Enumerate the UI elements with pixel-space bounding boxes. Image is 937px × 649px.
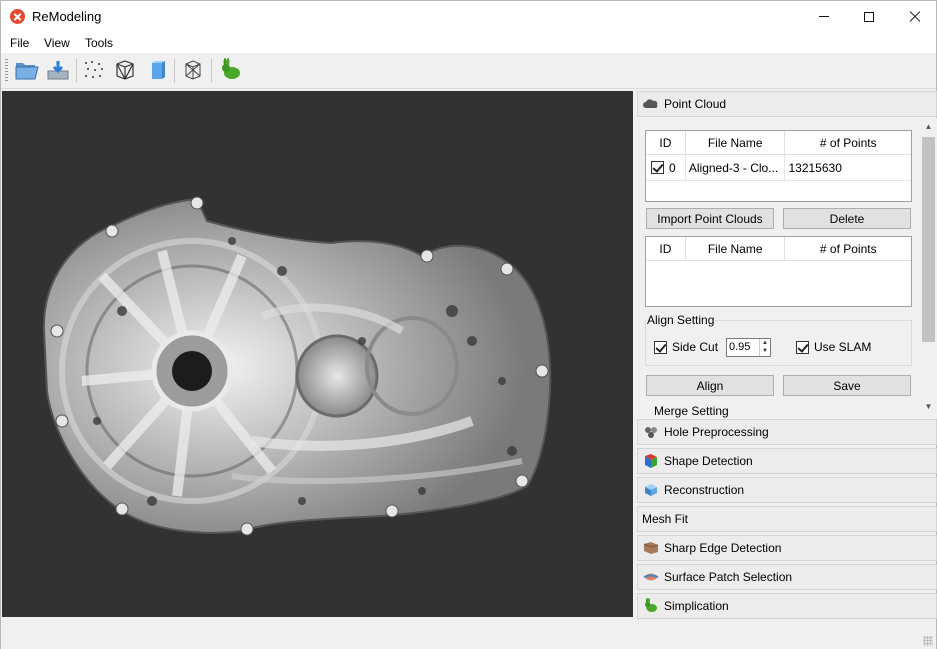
menu-bar: File View Tools <box>1 32 936 53</box>
bunny-icon <box>642 598 660 614</box>
row-checkbox[interactable] <box>651 161 664 174</box>
app-logo-icon <box>10 9 25 24</box>
cloud-icon <box>642 96 660 112</box>
section-header-mesh-fit[interactable]: Mesh Fit <box>637 506 937 532</box>
shape-icon <box>642 453 660 469</box>
table-header: ID File Name # of Points <box>646 237 911 261</box>
section-title: Shape Detection <box>664 454 753 468</box>
section-title: Simplication <box>664 599 729 613</box>
close-button[interactable] <box>892 1 937 32</box>
wireframe-button[interactable] <box>180 57 206 83</box>
section-header-reconstruction[interactable]: Reconstruction <box>637 477 937 503</box>
column-header[interactable]: File Name <box>686 237 786 260</box>
side-cut-option[interactable]: Side Cut <box>654 340 718 354</box>
section-title: Mesh Fit <box>642 512 689 526</box>
row-file-name: Aligned-3 - Clo... <box>686 155 786 180</box>
column-header[interactable]: # of Points <box>785 237 911 260</box>
toolbar <box>1 53 936 89</box>
row-point-count: 13215630 <box>788 160 842 175</box>
align-clouds-table[interactable]: ID File Name # of Points <box>645 236 912 307</box>
import-button[interactable] <box>45 57 71 83</box>
column-header[interactable]: # of Points <box>785 131 911 154</box>
app-window: ReModeling File View Tools Point Cloud I… <box>0 0 937 649</box>
mesh-button[interactable] <box>112 57 138 83</box>
scroll-up-icon[interactable]: ▲ <box>920 118 937 135</box>
column-header[interactable]: ID <box>646 131 686 154</box>
bunny-button[interactable] <box>218 57 244 83</box>
row-id-cell: 0 <box>646 155 686 180</box>
title-bar: ReModeling <box>1 1 936 32</box>
merge-setting-title: Merge Setting <box>654 404 729 418</box>
section-title: Hole Preprocessing <box>664 425 769 439</box>
side-cut-spinbox[interactable]: 0.95 ▲ ▼ <box>726 338 771 357</box>
close-icon <box>909 11 921 23</box>
scrollbar-thumb[interactable] <box>922 137 935 342</box>
section-title: Reconstruction <box>664 483 745 497</box>
loaded-clouds-table[interactable]: ID File Name # of Points 0 Aligned-3 - C… <box>645 130 912 202</box>
use-slam-checkbox[interactable] <box>796 340 809 354</box>
side-cut-value: 0.95 <box>729 341 751 353</box>
maximize-button[interactable] <box>846 1 892 32</box>
minimize-button[interactable] <box>801 1 847 32</box>
table-row[interactable]: 0 Aligned-3 - Clo... 13215630 <box>646 155 911 181</box>
section-title: Sharp Edge Detection <box>664 541 782 555</box>
wireframe-icon <box>185 60 201 80</box>
align-button[interactable]: Align <box>646 375 774 396</box>
section-header-shape-detection[interactable]: Shape Detection <box>637 448 937 474</box>
point-cloud-section: ID File Name # of Points 0 Aligned-3 - C… <box>637 118 937 419</box>
menu-view[interactable]: View <box>44 36 70 50</box>
mesh-cube-icon <box>116 60 134 80</box>
table-header: ID File Name # of Points <box>646 131 911 155</box>
spinbox-arrows[interactable]: ▲ ▼ <box>759 339 770 356</box>
3d-viewport[interactable] <box>2 91 633 617</box>
toolbar-grip[interactable] <box>5 59 8 83</box>
point-cloud-icon <box>85 61 103 78</box>
side-cut-label: Side Cut <box>672 340 719 354</box>
menu-tools[interactable]: Tools <box>85 36 113 50</box>
section-title: Surface Patch Selection <box>664 570 793 584</box>
bunny-icon <box>222 58 240 79</box>
save-button[interactable]: Save <box>783 375 911 396</box>
point-cloud-render <box>42 196 552 536</box>
column-header[interactable]: ID <box>646 237 686 260</box>
toolbar-separator <box>211 59 212 83</box>
minimize-icon <box>819 16 829 17</box>
delete-button[interactable]: Delete <box>783 208 911 229</box>
row-id: 0 <box>669 160 676 175</box>
section-header-hole-preprocessing[interactable]: Hole Preprocessing <box>637 419 937 445</box>
window-title: ReModeling <box>32 9 102 24</box>
use-slam-option[interactable]: Use SLAM <box>796 340 871 354</box>
status-bar <box>1 620 936 649</box>
import-point-clouds-button[interactable]: Import Point Clouds <box>646 208 774 229</box>
import-icon <box>47 61 69 80</box>
spin-down-icon[interactable]: ▼ <box>760 347 770 355</box>
panel-scrollbar[interactable]: ▲ ▼ <box>920 118 937 415</box>
toolbar-separator <box>174 59 175 83</box>
edge-icon <box>642 540 660 556</box>
menu-file[interactable]: File <box>10 36 29 50</box>
section-header-simplication[interactable]: Simplication <box>637 593 937 619</box>
section-header-point-cloud[interactable]: Point Cloud <box>637 91 937 117</box>
use-slam-label: Use SLAM <box>814 340 872 354</box>
open-folder-button[interactable] <box>14 57 40 83</box>
align-setting-title: Align Setting <box>646 313 716 327</box>
section-title: Point Cloud <box>664 97 727 111</box>
resize-grip-icon[interactable] <box>923 636 933 646</box>
open-folder-icon <box>15 63 39 80</box>
maximize-icon <box>864 11 874 22</box>
box-button[interactable] <box>144 57 170 83</box>
section-header-surface-patch-selection[interactable]: Surface Patch Selection <box>637 564 937 590</box>
point-cloud-button[interactable] <box>81 57 107 83</box>
toolbar-separator <box>76 59 77 83</box>
cube-icon <box>642 482 660 498</box>
tool-panel: Point Cloud ID File Name # of Points 0 A… <box>637 91 937 620</box>
spin-up-icon[interactable]: ▲ <box>760 339 770 347</box>
hole-icon <box>642 424 660 440</box>
surface-icon <box>642 569 660 585</box>
column-header[interactable]: File Name <box>686 131 786 154</box>
scroll-down-icon[interactable]: ▼ <box>920 398 937 415</box>
box-icon <box>152 61 165 79</box>
side-cut-checkbox[interactable] <box>654 340 667 354</box>
section-header-sharp-edge-detection[interactable]: Sharp Edge Detection <box>637 535 937 561</box>
